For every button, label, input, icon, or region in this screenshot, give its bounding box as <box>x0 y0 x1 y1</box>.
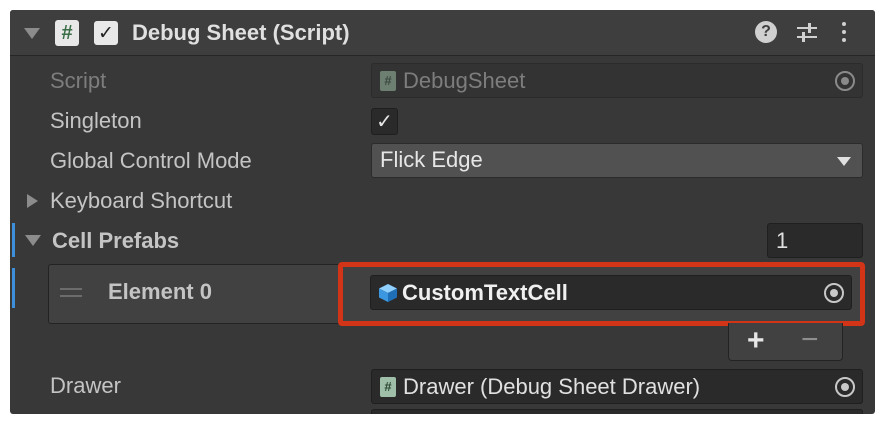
checkmark-icon: ✓ <box>98 23 114 44</box>
drawer-label: Drawer <box>50 373 121 398</box>
element-0-label: Element 0 <box>108 279 212 304</box>
component-enabled-checkbox[interactable]: ✓ <box>94 21 118 45</box>
remove-element-button[interactable]: − <box>801 323 819 357</box>
script-file-icon: # <box>380 377 396 397</box>
global-control-mode-label: Global Control Mode <box>50 148 252 173</box>
script-label: Script <box>50 68 107 93</box>
drawer-object-field[interactable]: # Drawer (Debug Sheet Drawer) <box>371 369 863 404</box>
global-control-mode-dropdown[interactable]: Flick Edge <box>371 143 863 178</box>
component-header[interactable]: # ✓ Debug Sheet (Script) ? <box>10 10 875 56</box>
foldout-arrow-icon[interactable] <box>27 194 38 208</box>
inspector-component-panel: # ✓ Debug Sheet (Script) ? Script # Debu… <box>10 10 875 414</box>
script-file-icon: # <box>380 71 396 91</box>
chevron-down-icon <box>837 157 851 166</box>
add-element-button[interactable]: + <box>747 324 765 358</box>
selection-bar <box>12 268 15 308</box>
more-menu-icon[interactable] <box>841 20 847 46</box>
global-control-mode-value: Flick Edge <box>380 147 483 172</box>
checkmark-icon: ✓ <box>376 111 393 133</box>
cell-prefabs-label[interactable]: Cell Prefabs <box>52 227 179 255</box>
help-icon[interactable]: ? <box>755 21 777 43</box>
list-footer: + − <box>728 323 843 361</box>
component-title: Debug Sheet (Script) <box>132 20 350 45</box>
singleton-checkbox[interactable]: ✓ <box>371 108 398 135</box>
singleton-label: Singleton <box>50 108 142 133</box>
foldout-arrow-icon[interactable] <box>24 28 40 39</box>
script-hash-icon: # <box>55 20 79 46</box>
keyboard-shortcut-label[interactable]: Keyboard Shortcut <box>50 187 232 215</box>
script-object-field: # DebugSheet <box>371 63 863 98</box>
object-picker-icon <box>835 71 855 91</box>
drag-handle-icon[interactable] <box>60 288 82 290</box>
script-value: DebugSheet <box>403 68 526 93</box>
selection-bar <box>12 223 15 257</box>
presets-icon[interactable] <box>795 21 819 45</box>
object-picker-icon[interactable] <box>835 377 855 397</box>
cell-prefabs-size-field[interactable]: 1 <box>767 223 863 258</box>
cell-prefabs-size-value: 1 <box>776 228 789 253</box>
next-field-partial <box>371 409 863 414</box>
highlight-annotation <box>338 262 865 326</box>
foldout-arrow-icon[interactable] <box>25 235 41 246</box>
drawer-value: Drawer (Debug Sheet Drawer) <box>403 374 701 399</box>
